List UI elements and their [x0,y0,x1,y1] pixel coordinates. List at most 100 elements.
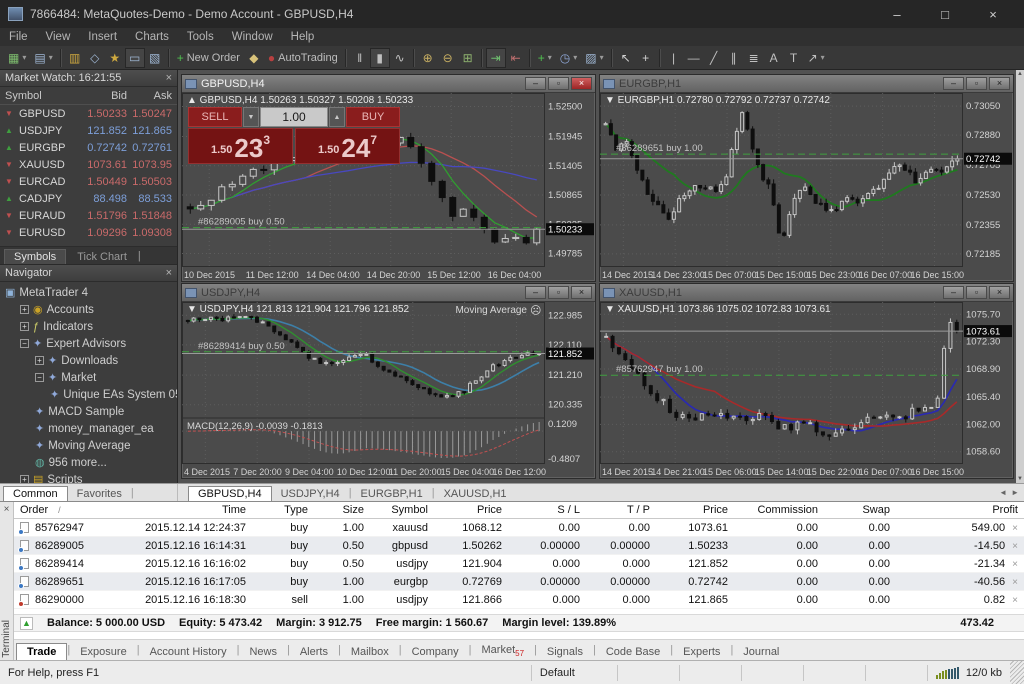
periods-button[interactable]: ◷▾ [556,48,582,68]
terminal-tab-account-history[interactable]: Account History [140,644,237,660]
chart-canvas-usdjpy[interactable]: 122.985122.110121.210120.3354 Dec 20157 … [182,302,595,478]
tab-common[interactable]: Common [3,486,68,501]
tile-windows-button[interactable]: ⊞ [458,48,478,68]
crosshair-tool-button[interactable]: + [636,48,656,68]
close-position-icon[interactable]: × [1012,595,1018,606]
close-position-icon[interactable]: × [1012,523,1018,534]
cursor-tool-button[interactable]: ↖ [616,48,636,68]
profiles-button[interactable]: ▤▾ [30,48,56,68]
navigator-item-scripts[interactable]: +▤Scripts [0,471,177,483]
vertical-line-tool-button[interactable]: | [664,48,684,68]
menu-view[interactable]: View [37,31,80,43]
terminal-tab-alerts[interactable]: Alerts [290,644,338,660]
horizontal-line-tool-button[interactable]: — [684,48,704,68]
navigator-item-accounts[interactable]: +◉Accounts [0,301,177,318]
terminal-tab-trade[interactable]: Trade [16,643,67,660]
chart-canvas-xauusd[interactable]: 1075.701072.301068.901065.401062.001058.… [600,302,1013,478]
chart-close-button[interactable]: × [989,286,1010,299]
chart-body-xauusd[interactable]: 1075.701072.301068.901065.401062.001058.… [600,302,1013,478]
tab-scroll-left-icon[interactable]: ◄ [999,488,1007,497]
orders-column-order[interactable]: Order/ [14,504,112,516]
order-row[interactable]: 857629472015.12.14 12:24:37buy1.00xauusd… [14,519,1024,537]
text-tool-button[interactable]: A [764,48,784,68]
volume-increase-button[interactable]: ▲ [329,107,345,127]
menu-window[interactable]: Window [223,31,282,43]
autotrading-button[interactable]: ●AutoTrading [264,48,342,68]
orders-column-type[interactable]: Type [252,504,314,516]
navigator-item-indicators[interactable]: +ƒIndicators [0,318,177,335]
chart-restore-button[interactable]: ▫ [548,286,569,299]
chart-close-button[interactable]: × [571,286,592,299]
orders-column-time[interactable]: Time [112,504,252,516]
expand-icon[interactable]: + [20,305,29,314]
market-watch-toggle-button[interactable]: ▥ [65,48,85,68]
collapse-icon[interactable]: − [35,373,44,382]
terminal-close-icon[interactable]: × [4,504,10,515]
market-watch-tab-symbols[interactable]: Symbols [4,249,66,264]
chart-body-usdjpy[interactable]: 122.985122.110121.210120.3354 Dec 20157 … [182,302,595,478]
collapse-icon[interactable]: − [20,339,29,348]
navigator-item-moving-average[interactable]: ✦Moving Average [0,437,177,454]
market-watch-row[interactable]: ▲EURGBP0.727420.72761 [0,139,177,156]
chart-close-button[interactable]: × [571,77,592,90]
close-position-icon[interactable]: × [1012,577,1018,588]
close-button[interactable]: × [976,7,1010,22]
scroll-down-icon[interactable]: ▼ [1017,476,1023,482]
chart-restore-button[interactable]: ▫ [548,77,569,90]
chart-minimize-button[interactable]: – [525,77,546,90]
market-watch-close-icon[interactable]: × [166,72,172,84]
menu-insert[interactable]: Insert [79,31,126,43]
close-position-icon[interactable]: × [1012,541,1018,552]
navigator-item-market[interactable]: −✦Market [0,369,177,386]
fibonacci-tool-button[interactable]: ≣ [744,48,764,68]
terminal-tab-signals[interactable]: Signals [537,644,593,660]
navigator-item-956-more-[interactable]: ◍956 more... [0,454,177,471]
buy-price[interactable]: 1.50247 [295,128,400,164]
market-watch-row[interactable]: ▼XAUUSD1073.611073.95 [0,156,177,173]
order-row[interactable]: 862896512015.12.16 16:17:05buy1.00eurgbp… [14,573,1024,591]
zoom-out-button[interactable]: ⊖ [438,48,458,68]
terminal-tab-journal[interactable]: Journal [733,644,789,660]
strategy-tester-button[interactable]: ▧ [145,48,165,68]
scroll-up-icon[interactable]: ▲ [1017,71,1023,77]
templates-button[interactable]: ▨▾ [581,48,607,68]
orders-column-size[interactable]: Size [314,504,370,516]
chart-titlebar-eurgbp[interactable]: EURGBP,H1–▫× [600,75,1013,93]
terminal-toggle-button[interactable]: ▭ [125,48,145,68]
market-watch-row[interactable]: ▲CADJPY88.49888.533 [0,190,177,207]
terminal-tab-experts[interactable]: Experts [673,644,730,660]
arrows-tool-button[interactable]: ↗▾ [804,48,829,68]
navigator-close-icon[interactable]: × [166,267,172,279]
new-chart-button[interactable]: ▦▾ [4,48,30,68]
navigator-item-macd-sample[interactable]: ✦MACD Sample [0,403,177,420]
expand-icon[interactable]: + [35,356,44,365]
terminal-tab-company[interactable]: Company [402,644,469,660]
terminal-tab-market[interactable]: Market57 [472,642,535,660]
minimize-button[interactable]: – [880,7,914,22]
maximize-button[interactable]: □ [928,7,962,22]
volume-input[interactable]: 1.00 [260,107,328,127]
orders-column-price[interactable]: Price [434,504,508,516]
terminal-tab-exposure[interactable]: Exposure [70,644,136,660]
tab-favorites[interactable]: Favorites [68,487,131,501]
terminal-tab-mailbox[interactable]: Mailbox [341,644,399,660]
chart-body-eurgbp[interactable]: 0.730500.728800.727050.725300.723550.721… [600,93,1013,281]
chart-restore-button[interactable]: ▫ [966,77,987,90]
chart-shift-button[interactable]: ⇤ [506,48,526,68]
bar-chart-mode-button[interactable]: ‖ [350,48,370,68]
navigator-item-money-manager-ea[interactable]: ✦money_manager_ea [0,420,177,437]
candlestick-mode-button[interactable]: ▮ [370,48,390,68]
navigator-item-unique-eas-system-05[interactable]: ✦Unique EAs System 05 [0,386,177,403]
chart-titlebar-usdjpy[interactable]: USDJPY,H4–▫× [182,284,595,302]
order-row[interactable]: 862890052015.12.16 16:14:31buy0.50gbpusd… [14,537,1024,555]
navigator-item-downloads[interactable]: +✦Downloads [0,352,177,369]
order-row[interactable]: 862900002015.12.16 16:18:30sell1.00usdjp… [14,591,1024,609]
chart-titlebar-gbpusd[interactable]: GBPUSD,H4–▫× [182,75,595,93]
zoom-in-button[interactable]: ⊕ [418,48,438,68]
orders-column-commission[interactable]: Commission [734,504,824,516]
chart-tab-gbpusd-h4[interactable]: GBPUSD,H4 [188,486,272,501]
market-watch-row[interactable]: ▼EURCAD1.504491.50503 [0,173,177,190]
terminal-tab-news[interactable]: News [239,644,287,660]
tab-scroll-right-icon[interactable]: ► [1011,488,1019,497]
orders-column-swap[interactable]: Swap [824,504,896,516]
